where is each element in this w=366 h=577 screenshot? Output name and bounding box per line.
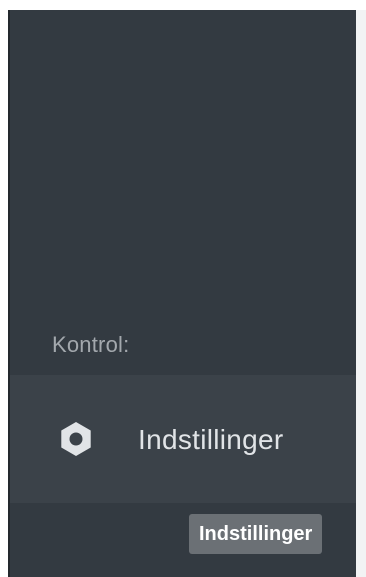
gear-icon xyxy=(58,421,94,457)
tooltip: Indstillinger xyxy=(189,514,323,554)
content-edge xyxy=(356,10,366,577)
sidebar-item-label: Indstillinger xyxy=(138,424,284,455)
section-label-kontrol: Kontrol: xyxy=(52,332,130,357)
sidebar-item-settings[interactable]: Indstillinger xyxy=(10,375,356,503)
sidebar: Kontrol: Indstillinger xyxy=(8,10,356,577)
app-frame: Kontrol: Indstillinger Indstillinger xyxy=(0,0,366,577)
